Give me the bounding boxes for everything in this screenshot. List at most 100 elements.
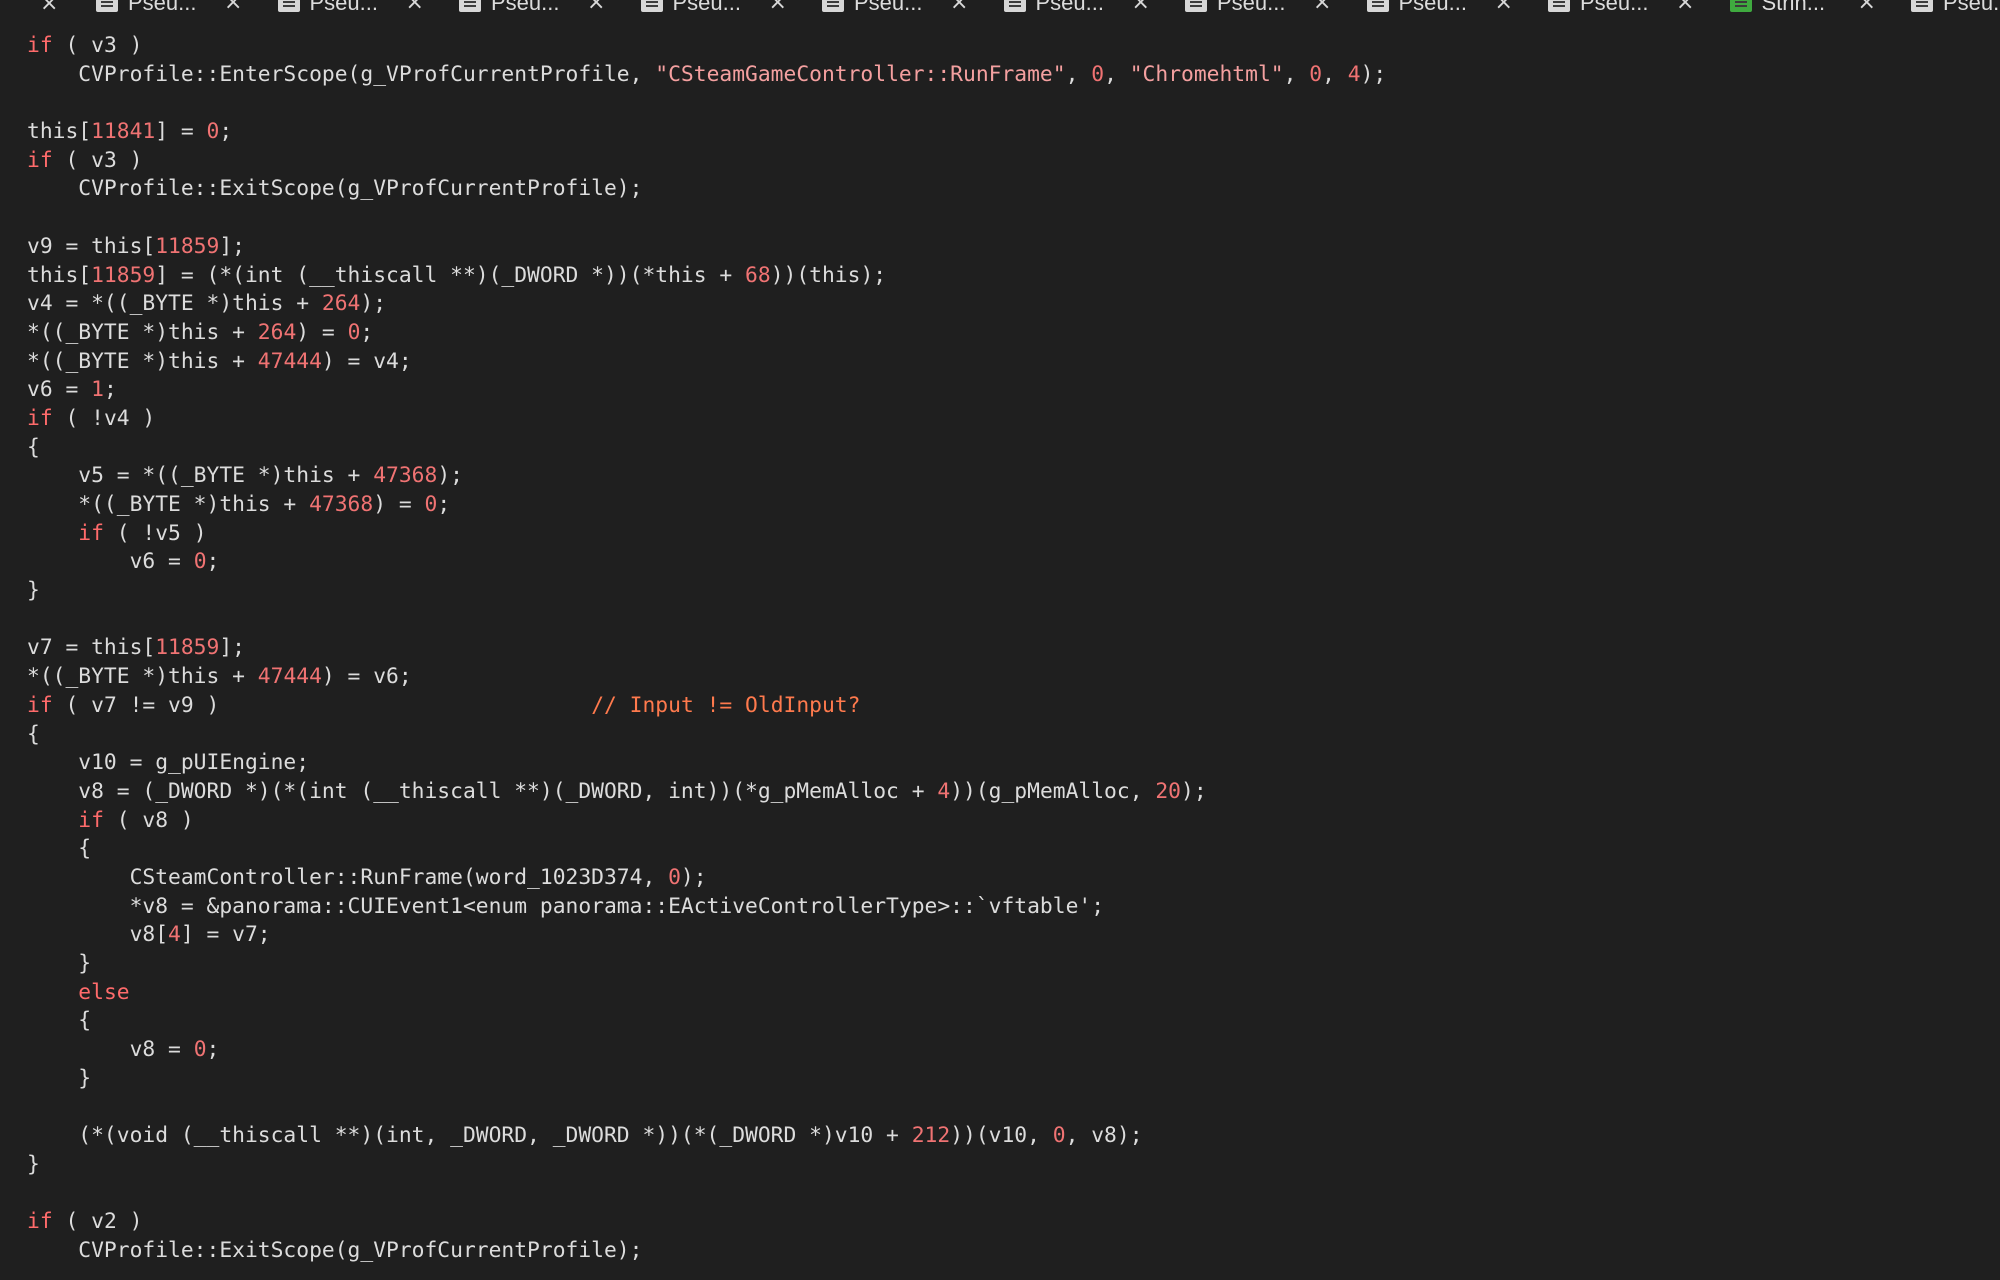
code-keyword: if <box>27 33 53 58</box>
code-text: this[ <box>27 119 92 145</box>
tab-3[interactable]: Pseu... × <box>459 0 634 14</box>
code-text: ; <box>219 119 233 145</box>
code-text: ]; <box>219 233 245 259</box>
code-line: if ( v2 ) <box>27 1208 1386 1237</box>
tab-4[interactable]: Pseu... × <box>640 0 816 14</box>
tab-close-icon[interactable]: × <box>224 0 242 14</box>
code-line: v10 = g_pUIEngine; <box>27 749 1386 778</box>
code-line: CVProfile::ExitScope(g_VProfCurrentProfi… <box>27 175 1386 204</box>
pseudocode-icon <box>1548 0 1570 12</box>
code-text: (*(void (__thiscall **)(int, _DWORD, _DW… <box>27 1123 912 1149</box>
code-text: v6 = <box>27 549 194 575</box>
code-text: ; <box>437 492 451 517</box>
code-text: ; <box>206 549 220 575</box>
tab-close-icon[interactable]: × <box>1313 0 1331 14</box>
code-text: CVProfile::EnterScope(g_VProfCurrentProf… <box>27 61 656 87</box>
tab-label: Pseu... <box>128 0 197 14</box>
code-keyword: if <box>27 405 53 431</box>
code-text: ) = <box>373 492 425 517</box>
code-line: v6 = 1; <box>27 376 1386 405</box>
code-number: 4 <box>1347 61 1361 87</box>
code-text: ); <box>437 463 463 489</box>
code-number: 4 <box>168 922 181 948</box>
code-text: ) = v6; <box>321 664 412 690</box>
code-line: v9 = this[11859]; <box>27 233 1386 262</box>
tab-10[interactable]: Strin... × <box>1729 0 1905 14</box>
code-number: 4 <box>937 778 951 804</box>
code-line: } <box>27 950 1386 979</box>
tab-2[interactable]: Pseu... × <box>277 0 453 14</box>
code-text: ))(v10, <box>950 1123 1053 1149</box>
code-line: CVProfile::EnterScope(g_VProfCurrentProf… <box>27 61 1386 90</box>
tab-close-icon[interactable]: × <box>587 0 605 14</box>
tab-5[interactable]: Pseu... × <box>822 0 997 14</box>
tab-label: Pseu... <box>1580 0 1649 14</box>
code-number: 212 <box>911 1123 951 1149</box>
code-text: v8 = <box>27 1037 194 1063</box>
code-number: 11859 <box>155 635 220 661</box>
pseudocode-icon <box>277 0 300 12</box>
tab-close-icon[interactable]: × <box>1676 0 1694 14</box>
code-text: CVProfile::ExitScope(g_VProfCurrentProfi… <box>27 176 643 202</box>
tab-close-icon[interactable]: × <box>769 0 787 14</box>
code-line: } <box>27 1065 1386 1094</box>
code-comment: // Input != OldInput? <box>591 692 861 718</box>
code-text: , <box>1322 61 1348 87</box>
tab-6[interactable]: Pseu... × <box>1003 0 1179 14</box>
tab-7[interactable]: Pseu... × <box>1185 0 1360 14</box>
code-text: , <box>1104 61 1130 87</box>
code-text: *((_BYTE *)this + <box>27 348 258 374</box>
code-text: ( v3 ) <box>52 33 143 58</box>
code-text: ; <box>360 319 374 345</box>
code-line: *((_BYTE *)this + 264) = 0; <box>27 319 1386 348</box>
code-line: { <box>27 721 1386 750</box>
code-text: ); <box>680 864 707 890</box>
tab-close-icon[interactable]: × <box>1132 0 1150 14</box>
code-text: ); <box>1360 61 1387 87</box>
code-number: 11859 <box>155 233 220 259</box>
code-text: ( v7 != v9 ) <box>52 692 592 718</box>
code-line: CVProfile::ExitScope(g_VProfCurrentProfi… <box>27 1237 1386 1266</box>
close-icon[interactable]: × <box>40 0 58 14</box>
code-string: "Chromehtml" <box>1129 61 1284 87</box>
code-text: ] = v7; <box>180 922 271 948</box>
code-line: this[11859] = (*(int (__thiscall **)(_DW… <box>27 262 1386 291</box>
code-line: v5 = *((_BYTE *)this + 47368); <box>27 462 1386 491</box>
code-line: v8 = 0; <box>27 1036 1386 1065</box>
tab-label: Pseu... <box>672 0 741 14</box>
tab-close-icon[interactable]: × <box>406 0 424 14</box>
tab-1[interactable]: Pseu... × <box>96 0 271 14</box>
code-text: v10 = g_pUIEngine; <box>27 750 310 776</box>
pseudocode-icon <box>1911 0 1933 12</box>
pseudocode-view[interactable]: if ( v3 ) CVProfile::EnterScope(g_VProfC… <box>27 32 1386 1266</box>
code-number: 0 <box>1052 1123 1066 1149</box>
code-number: 0 <box>193 1037 207 1063</box>
code-text: ; <box>206 1037 220 1063</box>
code-number: 264 <box>257 319 297 345</box>
code-text: } <box>27 1151 40 1177</box>
pseudocode-icon <box>459 0 481 12</box>
tab-9[interactable]: Pseu... × <box>1548 0 1723 14</box>
tab-11[interactable]: Pseu... <box>1911 0 2000 14</box>
code-text: ))(this); <box>770 262 887 288</box>
code-number: 47444 <box>257 348 322 374</box>
code-number: 0 <box>206 119 220 145</box>
tab-label: Pseu... <box>491 0 560 14</box>
tab-8[interactable]: Pseu... × <box>1366 0 1542 14</box>
tab-close-icon[interactable]: × <box>1495 0 1513 14</box>
code-text: v5 = *((_BYTE *)this + <box>27 463 374 489</box>
tab-close-icon[interactable]: × <box>950 0 968 14</box>
tab-label: Pseu... <box>309 0 378 14</box>
code-text: v7 = this[ <box>27 635 156 661</box>
code-line: v7 = this[11859]; <box>27 634 1386 663</box>
code-keyword: else <box>78 979 130 1005</box>
tab-close-icon[interactable]: × <box>1858 0 1876 14</box>
code-number: 68 <box>745 262 771 288</box>
code-number: 0 <box>347 319 361 345</box>
code-string: "CSteamGameController::RunFrame" <box>655 61 1066 87</box>
